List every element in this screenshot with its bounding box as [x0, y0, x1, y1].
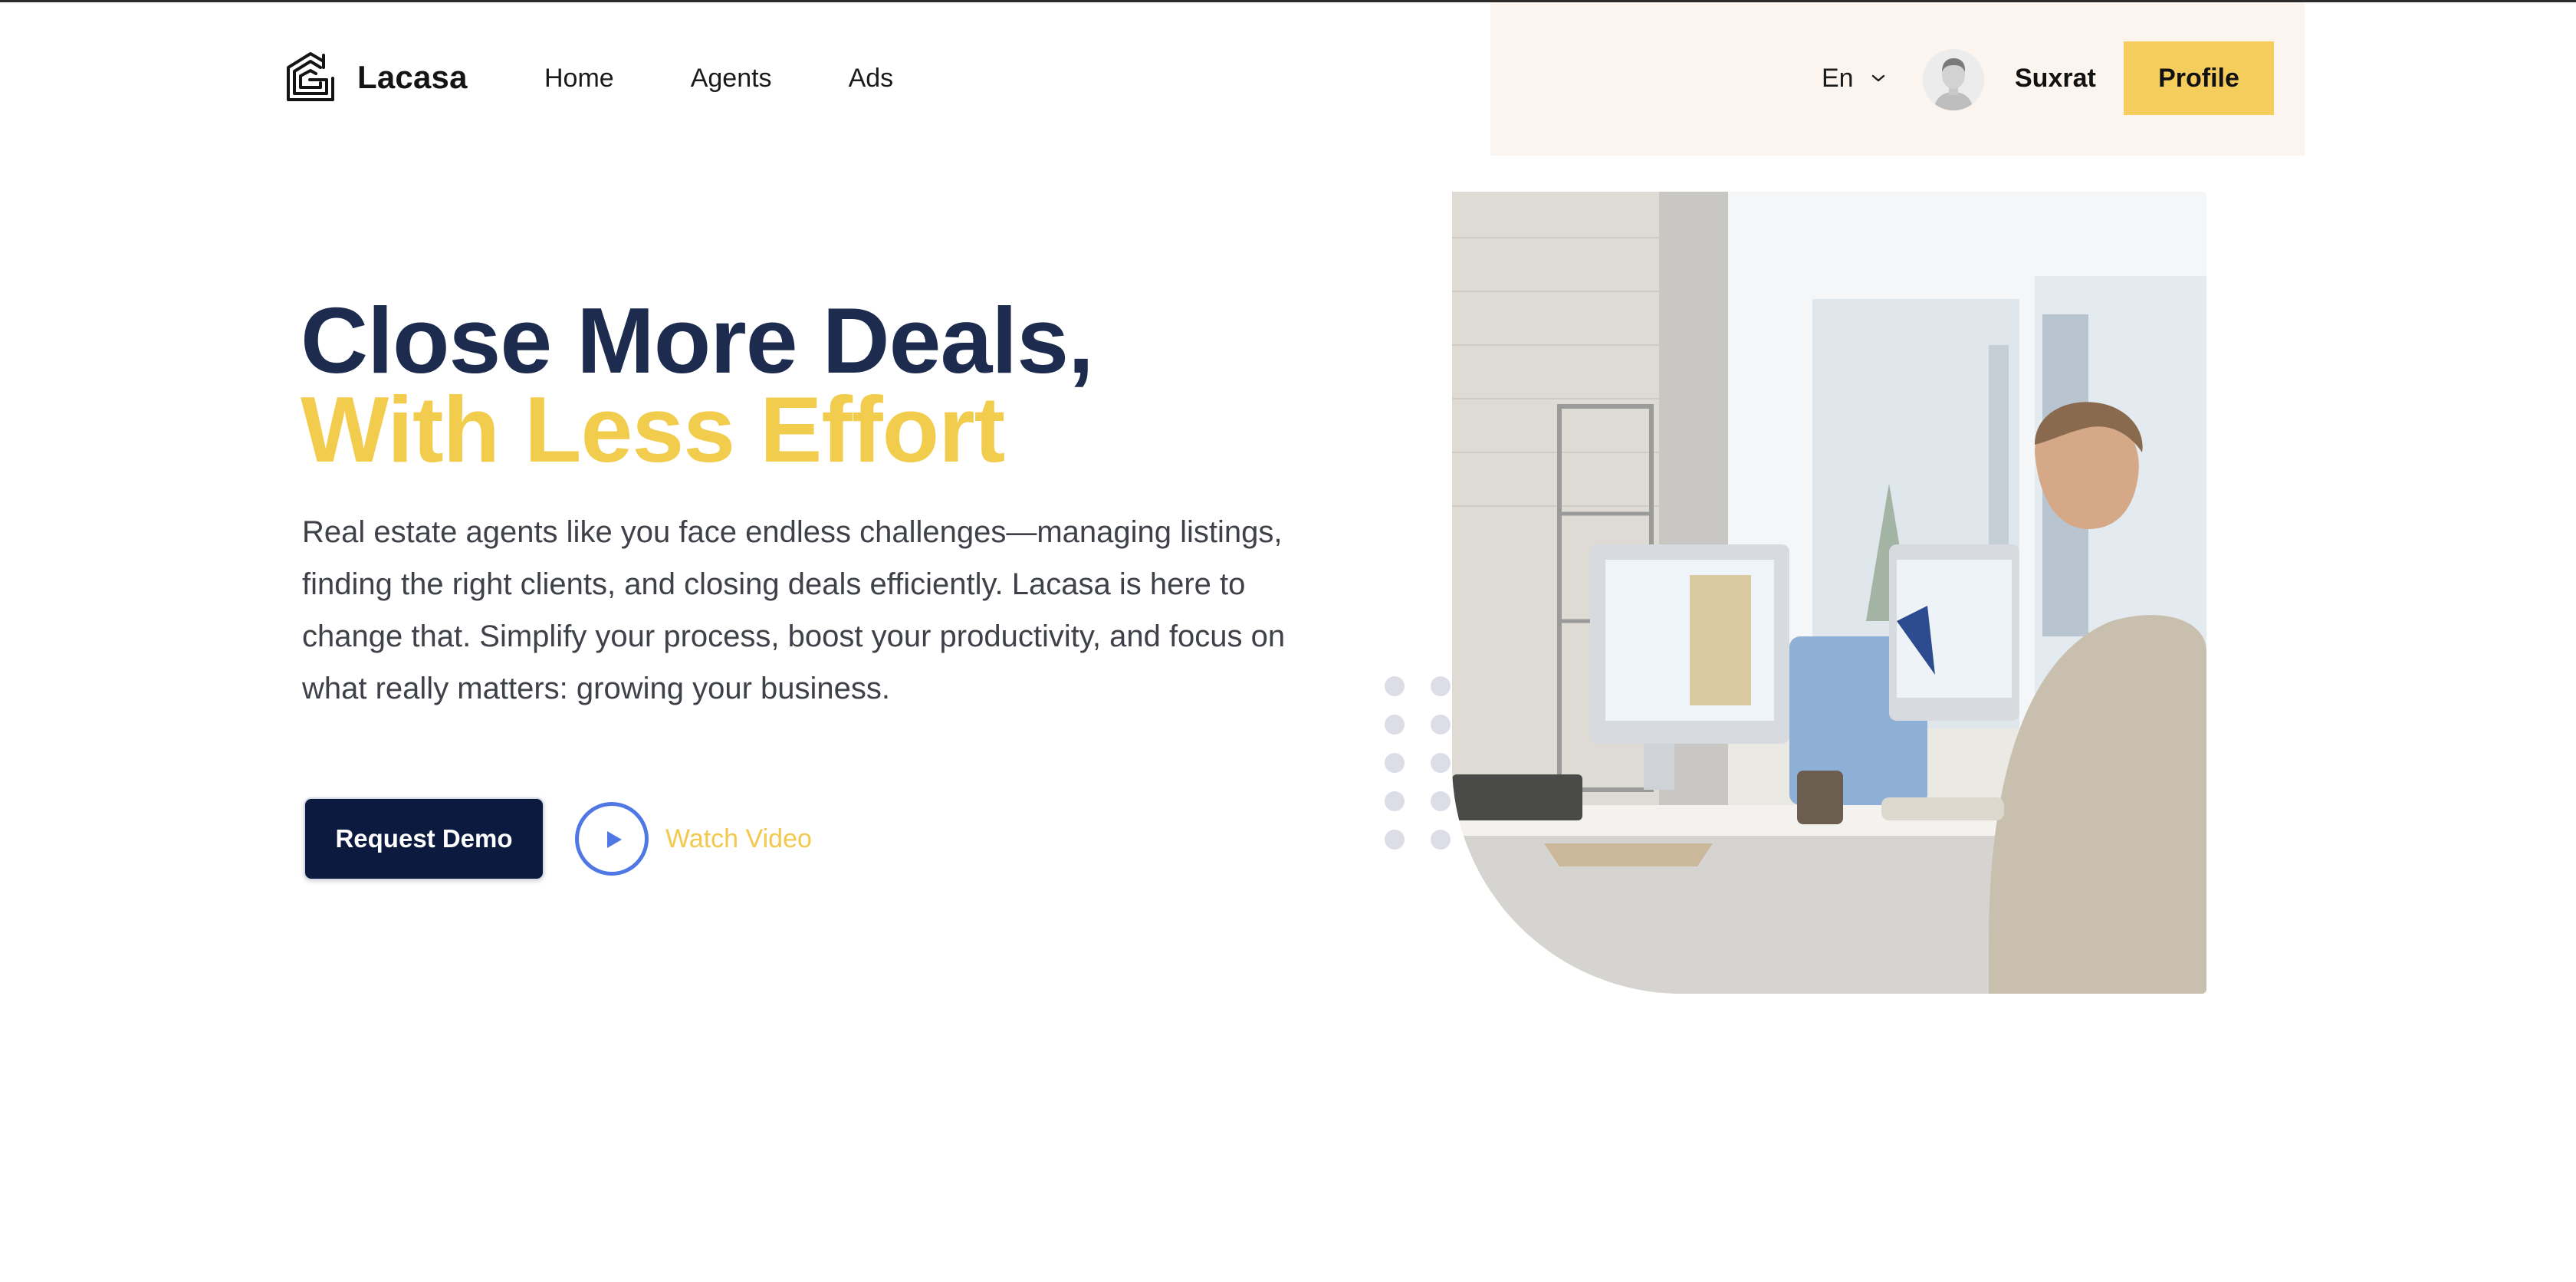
username[interactable]: Suxrat [2015, 63, 2096, 94]
hero-description: Real estate agents like you face endless… [302, 515, 1286, 705]
play-video-button[interactable] [575, 802, 649, 876]
brand-name: Lacasa [357, 59, 468, 95]
watch-video-link[interactable]: Watch Video [665, 823, 812, 854]
hero-title-accent: With Less Effort [301, 377, 1005, 482]
request-demo-button[interactable]: Request Demo [304, 797, 544, 880]
play-icon [607, 831, 622, 848]
profile-button[interactable]: Profile [2124, 41, 2274, 115]
logo[interactable]: Lacasa [285, 51, 468, 104]
hero-title: Close More Deals, With Less Effort [301, 294, 1297, 476]
language-label: En [1822, 64, 1854, 93]
language-select[interactable]: En [1822, 63, 1886, 94]
chevron-down-icon [1871, 74, 1884, 82]
nav-ads[interactable]: Ads [849, 63, 894, 94]
user-avatar[interactable] [1923, 49, 1984, 110]
lacasa-logo-icon [287, 52, 334, 101]
decorative-dots [1385, 676, 1451, 850]
hero-image [1452, 192, 2206, 994]
avatar-image [1923, 49, 1984, 110]
main-nav: Home Agents Ads [544, 63, 970, 94]
nav-agents[interactable]: Agents [691, 63, 772, 94]
nav-home[interactable]: Home [544, 63, 614, 94]
